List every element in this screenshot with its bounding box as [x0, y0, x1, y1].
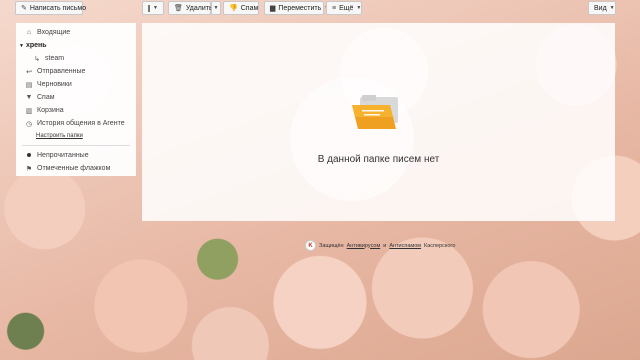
compose-icon: ✎ — [21, 5, 27, 12]
unread-dot-icon — [25, 152, 33, 159]
sidebar-item-label: История общения в Агенте — [37, 120, 125, 127]
sent-icon: ↩ — [26, 68, 32, 76]
filter-label: Непрочитанные — [37, 152, 89, 159]
sidebar-item-label: хрень — [25, 42, 47, 49]
antivirus-link[interactable]: Антивирусом — [347, 243, 381, 249]
sidebar-item-label: Отправленные — [37, 68, 86, 75]
chevron-down-icon: ▼ — [609, 5, 615, 11]
flag-icon: ⚑ — [25, 165, 33, 173]
delete-label: Удалить — [185, 4, 213, 12]
expand-triangle-icon[interactable]: ▼ — [19, 43, 24, 49]
thumbs-down-icon: 👎 — [229, 5, 238, 12]
message-list-panel: В данной папке писем нет — [142, 23, 615, 221]
sidebar-item-label: Входящие — [37, 29, 71, 36]
view-button[interactable]: Вид ▼ — [588, 1, 616, 15]
spam-button[interactable]: 👎 Спам — [223, 1, 259, 15]
delete-dropdown[interactable]: ▼ — [211, 1, 221, 15]
trash-icon: 🗑 — [174, 5, 183, 12]
folder-icon: ▆ — [270, 5, 276, 12]
inbox-icon: ⌂ — [26, 29, 32, 36]
chevron-down-icon: ▼ — [356, 5, 362, 11]
sidebar-item-spam[interactable]: ▼ Спам — [16, 91, 136, 104]
delete-button[interactable]: 🗑 Удалить — [168, 1, 213, 15]
compose-label: Написать письмо — [29, 4, 87, 12]
filter-label: Отмеченные флажком — [37, 165, 111, 172]
folder-sub-icon: ↳ — [34, 55, 40, 63]
sidebar-item-trash[interactable]: ▥ Корзина — [16, 104, 136, 117]
drafts-icon: ▤ — [25, 81, 33, 89]
move-label: Переместить — [278, 4, 322, 12]
antispam-link[interactable]: Антиспамом — [389, 243, 421, 249]
compose-button[interactable]: ✎ Написать письмо — [15, 1, 87, 15]
sidebar-item-inbox[interactable]: ⌂ Входящие — [16, 26, 136, 39]
folder-sidebar: ⌂ Входящие ▼ хрень ↳ steam ↩ Отправленны… — [16, 23, 136, 176]
sidebar-item-label: Спам — [37, 94, 55, 101]
divider — [22, 145, 130, 146]
sidebar-item-drafts[interactable]: ▤ Черновики — [16, 78, 136, 91]
more-button[interactable]: ≡ Ещё ▼ — [326, 1, 362, 15]
toolbar: ✎ Написать письмо ▼ 🗑 Удалить ▼ 👎 Спам ▆… — [0, 1, 640, 17]
sidebar-item-sent[interactable]: ↩ Отправленные — [16, 65, 136, 78]
sidebar-item-agent-history[interactable]: ◷ История общения в Агенте — [16, 117, 136, 130]
empty-folder-message: В данной папке писем нет — [317, 154, 440, 165]
chevron-down-icon: ▼ — [213, 5, 219, 11]
sidebar-item-label: steam — [45, 55, 65, 62]
sidebar-item-steam[interactable]: ↳ steam — [16, 52, 136, 65]
sidebar-item-label: Черновики — [37, 81, 72, 88]
spam-icon: ▼ — [25, 94, 33, 101]
filter-flagged[interactable]: ⚑ Отмеченные флажком — [16, 162, 136, 175]
view-label: Вид — [594, 4, 607, 12]
menu-icon: ≡ — [332, 4, 337, 12]
filter-unread[interactable]: Непрочитанные — [16, 149, 136, 162]
spam-label: Спам — [240, 4, 259, 12]
footer-and-text: и — [383, 242, 387, 249]
trash-icon: ▥ — [25, 107, 33, 115]
select-all-checkbox[interactable]: ▼ — [142, 1, 164, 15]
footer-vendor-text: Касперского — [424, 242, 456, 249]
kaspersky-logo-icon: K — [305, 240, 316, 251]
agent-history-icon: ◷ — [25, 120, 33, 128]
footer-protected-text: Защищён — [319, 242, 344, 249]
kaspersky-footer: K Защищён Антивирусом и Антиспамом Каспе… — [305, 240, 455, 251]
empty-folder-icon — [352, 95, 398, 129]
more-label: Ещё — [339, 4, 354, 12]
chevron-down-icon: ▼ — [153, 5, 158, 11]
checkbox-icon — [148, 4, 151, 12]
setup-folders-link[interactable]: Настроить папки — [16, 130, 136, 142]
sidebar-item-hren[interactable]: ▼ хрень — [16, 39, 136, 52]
move-button[interactable]: ▆ Переместить ▼ — [264, 1, 329, 15]
sidebar-item-label: Корзина — [37, 107, 64, 114]
